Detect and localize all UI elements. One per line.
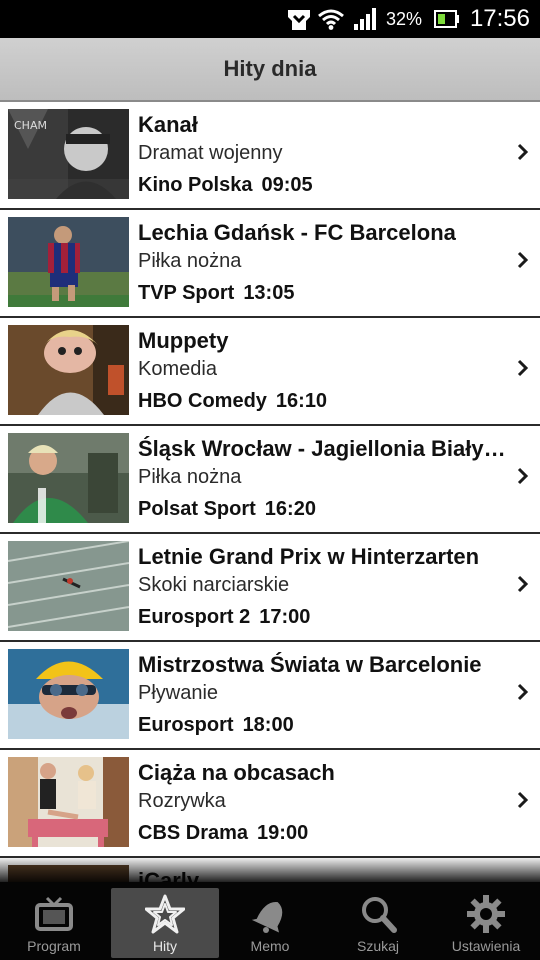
program-time: 16:20 <box>264 498 316 520</box>
list-item[interactable]: Letnie Grand Prix w Hinterzarten Skoki n… <box>0 534 540 642</box>
program-thumbnail <box>8 757 129 847</box>
chevron-right-icon <box>517 251 529 269</box>
nav-item-szukaj[interactable]: Szukaj <box>324 882 432 960</box>
program-time: 17:00 <box>259 606 311 628</box>
program-time: 13:05 <box>243 282 295 304</box>
program-title: Kanał <box>138 112 198 137</box>
program-genre: Komedia <box>138 358 217 380</box>
program-channel-time: Polsat Sport 16:20 <box>138 498 316 521</box>
gear-icon <box>467 895 505 933</box>
program-title: Śląsk Wrocław - Jagiellonia Białystok <box>138 436 513 461</box>
program-channel: Polsat Sport <box>138 498 256 520</box>
nav-label: Szukaj <box>356 938 400 954</box>
program-channel: Kino Polska <box>138 174 253 196</box>
program-title: Lechia Gdańsk - FC Barcelona <box>138 220 456 245</box>
header-bar: Hity dnia <box>0 38 540 102</box>
program-title: Mistrzostwa Świata w Barcelonie <box>138 652 482 677</box>
program-list[interactable]: CHAM Kanał Dramat wojenny Kino Polska 09:… <box>0 102 540 882</box>
page-title: Hity dnia <box>223 56 317 81</box>
chevron-right-icon <box>517 791 529 809</box>
program-channel-time: HBO Comedy 16:10 <box>138 390 327 413</box>
bottom-nav: Program Hity Memo Szukaj Ustawienia <box>0 882 540 960</box>
program-genre: Piłka nożna <box>138 250 242 272</box>
program-thumbnail: CHAM <box>8 109 129 199</box>
program-title: Muppety <box>138 328 229 353</box>
nav-item-ustawienia[interactable]: Ustawienia <box>432 882 540 960</box>
list-item[interactable]: Ciąża na obcasach Rozrywka CBS Drama 19:0… <box>0 750 540 858</box>
program-thumbnail <box>8 217 129 307</box>
battery-icon <box>434 0 460 38</box>
chevron-right-icon <box>517 143 529 161</box>
program-thumbnail <box>8 433 129 523</box>
chevron-right-icon <box>517 467 529 485</box>
program-channel: HBO Comedy <box>138 390 267 412</box>
program-channel: Eurosport 2 <box>138 606 251 628</box>
program-channel-time: CBS Drama 19:00 <box>138 822 308 845</box>
program-thumbnail <box>8 649 129 739</box>
chevron-right-icon <box>517 575 529 593</box>
status-bar: 32% 17:56 <box>0 0 540 38</box>
tv-icon <box>35 896 73 931</box>
program-channel-time: Kino Polska 09:05 <box>138 174 313 197</box>
program-title: Ciąża na obcasach <box>138 760 335 785</box>
search-icon <box>362 897 397 933</box>
list-item[interactable]: Muppety Komedia HBO Comedy 16:10 <box>0 318 540 426</box>
program-channel: Eurosport <box>138 714 234 736</box>
program-genre: Piłka nożna <box>138 466 242 488</box>
nav-label: Memo <box>250 938 290 954</box>
nav-label: Program <box>27 938 81 954</box>
program-thumbnail <box>8 325 129 415</box>
program-genre: Skoki narciarskie <box>138 574 290 596</box>
program-time: 19:00 <box>257 822 309 844</box>
chevron-right-icon <box>517 359 529 377</box>
star-icon <box>145 894 185 934</box>
list-item[interactable]: Mistrzostwa Świata w Barcelonie Pływanie… <box>0 642 540 750</box>
program-genre: Pływanie <box>138 682 219 704</box>
nav-label: Hity <box>152 938 178 954</box>
program-thumbnail <box>8 541 129 631</box>
signal-icon <box>354 0 378 38</box>
clock: 17:56 <box>469 5 530 32</box>
thumbnail-graffiti: CHAM <box>14 119 47 132</box>
program-channel: TVP Sport <box>138 282 235 304</box>
nav-item-memo[interactable]: Memo <box>216 882 324 960</box>
program-channel-time: TVP Sport 13:05 <box>138 282 294 305</box>
program-channel-time: Eurosport 2 17:00 <box>138 606 310 629</box>
battery-percent: 32% <box>386 8 423 29</box>
chevron-right-icon <box>517 683 529 701</box>
program-title: Letnie Grand Prix w Hinterzarten <box>138 544 480 569</box>
program-genre: Rozrywka <box>138 790 226 812</box>
list-item[interactable]: Śląsk Wrocław - Jagiellonia Białystok Pi… <box>0 426 540 534</box>
headset-icon <box>284 0 314 38</box>
bell-icon <box>251 902 283 933</box>
program-time: 18:00 <box>242 714 294 736</box>
wifi-icon <box>318 0 344 38</box>
program-channel: CBS Drama <box>138 822 249 844</box>
nav-item-hity[interactable]: Hity <box>111 888 219 958</box>
nav-item-program[interactable]: Program <box>0 882 108 960</box>
program-genre: Dramat wojenny <box>138 142 283 164</box>
list-item[interactable]: CHAM Kanał Dramat wojenny Kino Polska 09:… <box>0 102 540 210</box>
program-time: 16:10 <box>275 390 328 412</box>
program-channel-time: Eurosport 18:00 <box>138 714 294 737</box>
nav-label: Ustawienia <box>451 938 521 954</box>
list-item[interactable]: Lechia Gdańsk - FC Barcelona Piłka nożna… <box>0 210 540 318</box>
program-time: 09:05 <box>261 174 313 196</box>
